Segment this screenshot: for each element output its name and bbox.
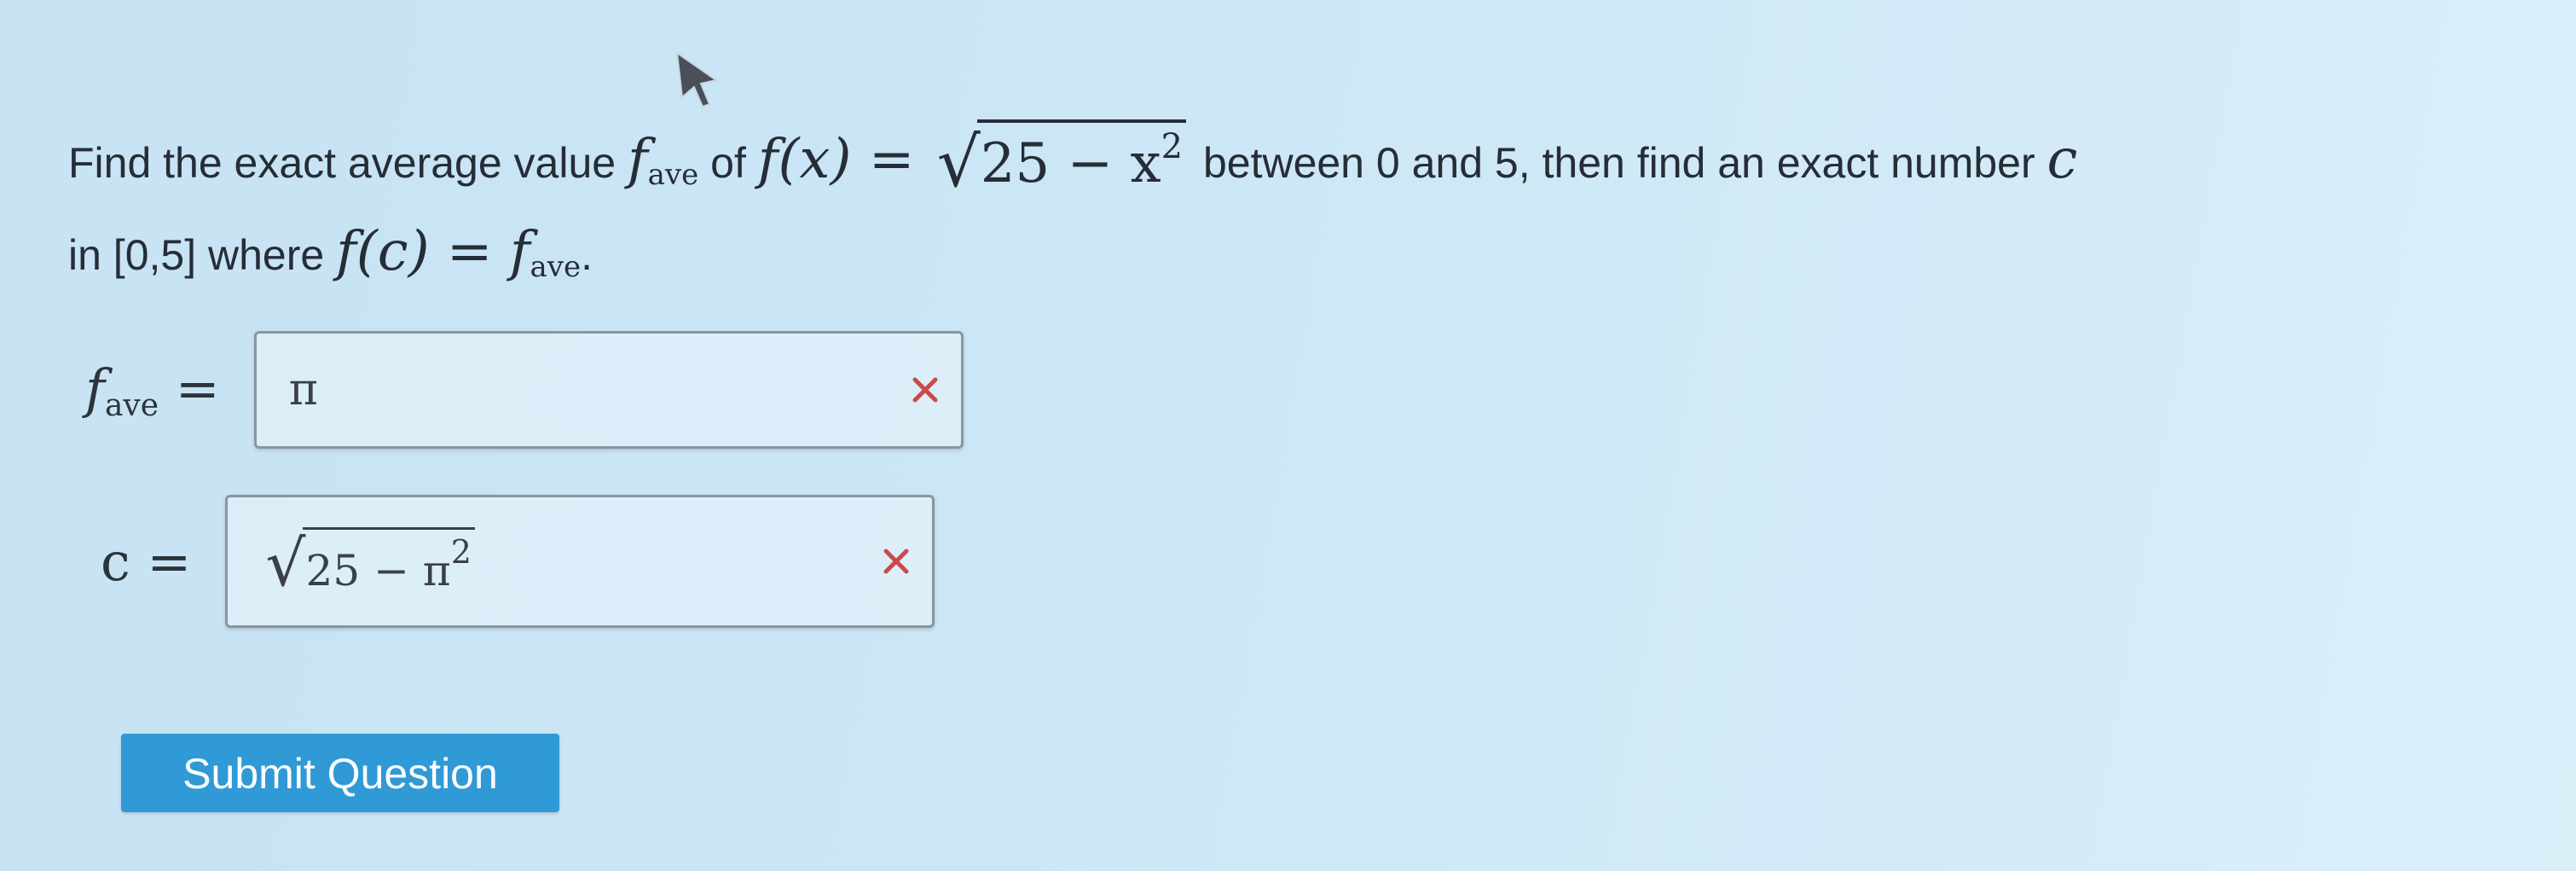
c-answer-row: c = √ 25 − π2 xyxy=(101,495,935,628)
question-line2-prefix: in [0,5] where xyxy=(68,230,337,279)
fc-expression: f(c) = xyxy=(336,219,510,283)
fave-answer-input[interactable]: π xyxy=(253,331,964,449)
radical-icon: √ xyxy=(936,122,981,202)
of-text: of xyxy=(698,138,758,187)
fave-answer-row: fave = π xyxy=(85,331,964,449)
question-prefix: Find the exact average value xyxy=(68,138,628,187)
function-sqrt: √ 25 − x2 xyxy=(936,119,1187,202)
c-answer-sqrt: √ 25 − π2 xyxy=(265,527,475,595)
question-range-text: between 0 and 5, then find an exact numb… xyxy=(1191,138,2047,187)
var-c: c xyxy=(2046,127,2078,191)
fave-symbol: fave xyxy=(627,127,699,192)
question-text: Find the exact average value fave of f(x… xyxy=(68,119,2498,285)
fave-answer-value: π xyxy=(288,364,318,415)
c-label: c = xyxy=(101,530,192,593)
c-answer-value: √ 25 − π2 xyxy=(260,527,480,595)
mouse-pointer-icon xyxy=(675,50,719,108)
x-mark-icon xyxy=(883,549,909,574)
question-line-2: in [0,5] where f(c) = fave. xyxy=(68,219,2498,285)
radical-icon: √ xyxy=(265,527,306,601)
x-mark-icon xyxy=(912,377,938,403)
submit-question-button[interactable]: Submit Question xyxy=(121,734,559,812)
question-line-1: Find the exact average value fave of f(x… xyxy=(68,119,2498,197)
c-answer-input[interactable]: √ 25 − π2 xyxy=(225,495,935,628)
fave-symbol-2: fave xyxy=(509,219,582,284)
fave-label: fave = xyxy=(85,357,220,423)
question-period: . xyxy=(581,230,593,279)
function-lhs: f(x) = xyxy=(757,127,932,191)
